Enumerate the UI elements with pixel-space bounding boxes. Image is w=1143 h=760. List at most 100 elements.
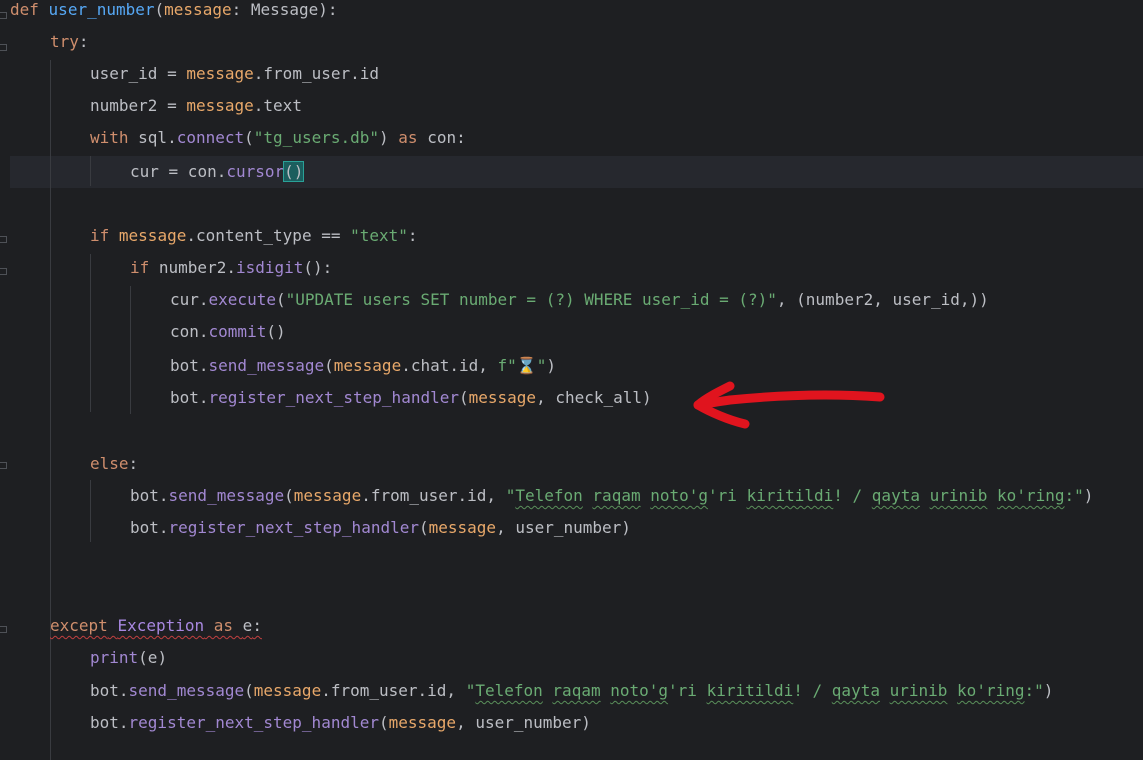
class-name: Exception [117, 616, 205, 635]
punct: ) [1043, 681, 1054, 700]
parameter-ref: message [293, 486, 362, 505]
punct: = [157, 96, 187, 115]
method-call: register_next_step_handler [168, 518, 419, 537]
code-line-18[interactable]: bot.send_message(message.from_user.id, "… [90, 675, 1053, 707]
string-literal [583, 486, 593, 505]
function-name: user_number [48, 0, 155, 19]
typo-word: raqam [552, 681, 601, 700]
attribute-access: .chat.id, [401, 356, 498, 375]
code-line-9[interactable]: cur.execute("UPDATE users SET number = (… [170, 284, 989, 316]
code-line-19[interactable]: bot.register_next_step_handler(message, … [90, 707, 591, 739]
punct: ( [244, 128, 254, 147]
code-line-14[interactable]: bot.send_message(message.from_user.id, "… [130, 480, 1093, 512]
red-arrow-annotation [693, 381, 885, 429]
code-line-10[interactable]: con.commit() [170, 316, 286, 348]
arguments: , check_all) [536, 388, 652, 407]
string-literal: "tg_users.db" [253, 128, 380, 147]
code-line-8[interactable]: if number2.isdigit(): [130, 252, 332, 284]
code-line-12[interactable]: bot.register_next_step_handler(message, … [170, 382, 652, 414]
variable: e [242, 616, 253, 635]
attribute-access: number2. [149, 258, 236, 277]
code-line-4[interactable]: number2 = message.text [90, 90, 302, 122]
code-line-17[interactable]: print(e) [90, 642, 167, 674]
fold-marker-if[interactable] [0, 236, 7, 243]
typo-word: raqam [592, 486, 641, 505]
code-line-7[interactable]: if message.content_type == "text": [90, 220, 418, 252]
builtin-call: print [90, 648, 139, 667]
method-call: send_message [128, 681, 245, 700]
typo-word: ko'ring [957, 681, 1025, 700]
code-line-15[interactable]: bot.register_next_step_handler(message, … [130, 512, 631, 544]
fold-marker-try[interactable] [0, 44, 7, 51]
keyword: except [50, 616, 108, 635]
matched-brackets: () [283, 161, 305, 182]
variable: number2 [90, 96, 158, 115]
punct: ) [1083, 486, 1094, 505]
punct: : [252, 616, 262, 635]
keyword: else [90, 454, 129, 473]
string-literal [920, 486, 930, 505]
fold-marker-else[interactable] [0, 462, 7, 469]
punct: ( [458, 388, 469, 407]
keyword: as [204, 616, 243, 635]
code-line-11[interactable]: bot.send_message(message.chat.id, f"⌛") [170, 350, 556, 382]
operator: == [321, 226, 341, 245]
typo-word: urinib [929, 486, 988, 505]
string-literal [601, 681, 611, 700]
code-line-1[interactable]: def user_number(message: Message): [10, 0, 338, 26]
punct: ( [275, 290, 286, 309]
typo-word: Telefon [515, 486, 583, 505]
attribute-access: bot. [90, 713, 129, 732]
attribute-access: bot. [170, 356, 209, 375]
code-line-3[interactable]: user_id = message.from_user.id [90, 58, 379, 90]
punct: ): [318, 0, 338, 19]
indent-guide [90, 254, 91, 412]
fold-marker-except[interactable] [0, 626, 7, 633]
punct: : [231, 0, 251, 19]
attribute-access: bot. [130, 486, 169, 505]
keyword: as [388, 128, 428, 147]
punct: ( [378, 713, 389, 732]
keyword: if [90, 226, 110, 245]
parameter-ref: message [118, 226, 187, 245]
attribute-access: .from_user.id, [321, 681, 466, 700]
attribute-access: .content_type [186, 226, 322, 245]
punct: ( [324, 356, 334, 375]
typo-word: noto'g [650, 486, 709, 505]
method-call: register_next_step_handler [128, 713, 379, 732]
method-call: isdigit [235, 258, 304, 277]
code-line-13[interactable]: else: [90, 448, 138, 480]
typo-word: Telefon [475, 681, 543, 700]
code-editor[interactable]: def user_number(message: Message): try: … [0, 0, 1143, 760]
variable: user_id [90, 64, 158, 83]
code-line-6[interactable]: cur = con.cursor() [130, 156, 305, 188]
string-literal: :" [1024, 681, 1044, 700]
type-name: Message [250, 0, 319, 19]
typo-word: qayta [831, 681, 880, 700]
module-ref: sql. [128, 128, 177, 147]
punct: : [456, 128, 466, 147]
punct: ( [284, 486, 294, 505]
code-line-2[interactable]: try: [50, 26, 89, 58]
string-literal: 'ri [668, 681, 707, 700]
code-line-16[interactable]: except Exception as e: [50, 610, 262, 642]
arguments: , user_number) [496, 518, 631, 537]
variable: cur [130, 162, 159, 181]
variable: con [427, 128, 457, 147]
parameter-ref: message [388, 713, 457, 732]
parameter-ref: message [186, 96, 254, 115]
keyword: with [90, 128, 129, 147]
fold-marker-if-inner[interactable] [0, 268, 7, 275]
string-literal [641, 486, 651, 505]
attribute-access: bot. [90, 681, 129, 700]
punct: : [78, 32, 89, 51]
method-call: connect [176, 128, 245, 147]
string-literal [543, 681, 553, 700]
fold-marker-def[interactable] [0, 12, 7, 19]
method-call: execute [208, 290, 276, 309]
parameter-ref: message [333, 356, 402, 375]
code-line-5[interactable]: with sql.connect("tg_users.db") as con: [90, 122, 466, 154]
string-literal [947, 681, 957, 700]
